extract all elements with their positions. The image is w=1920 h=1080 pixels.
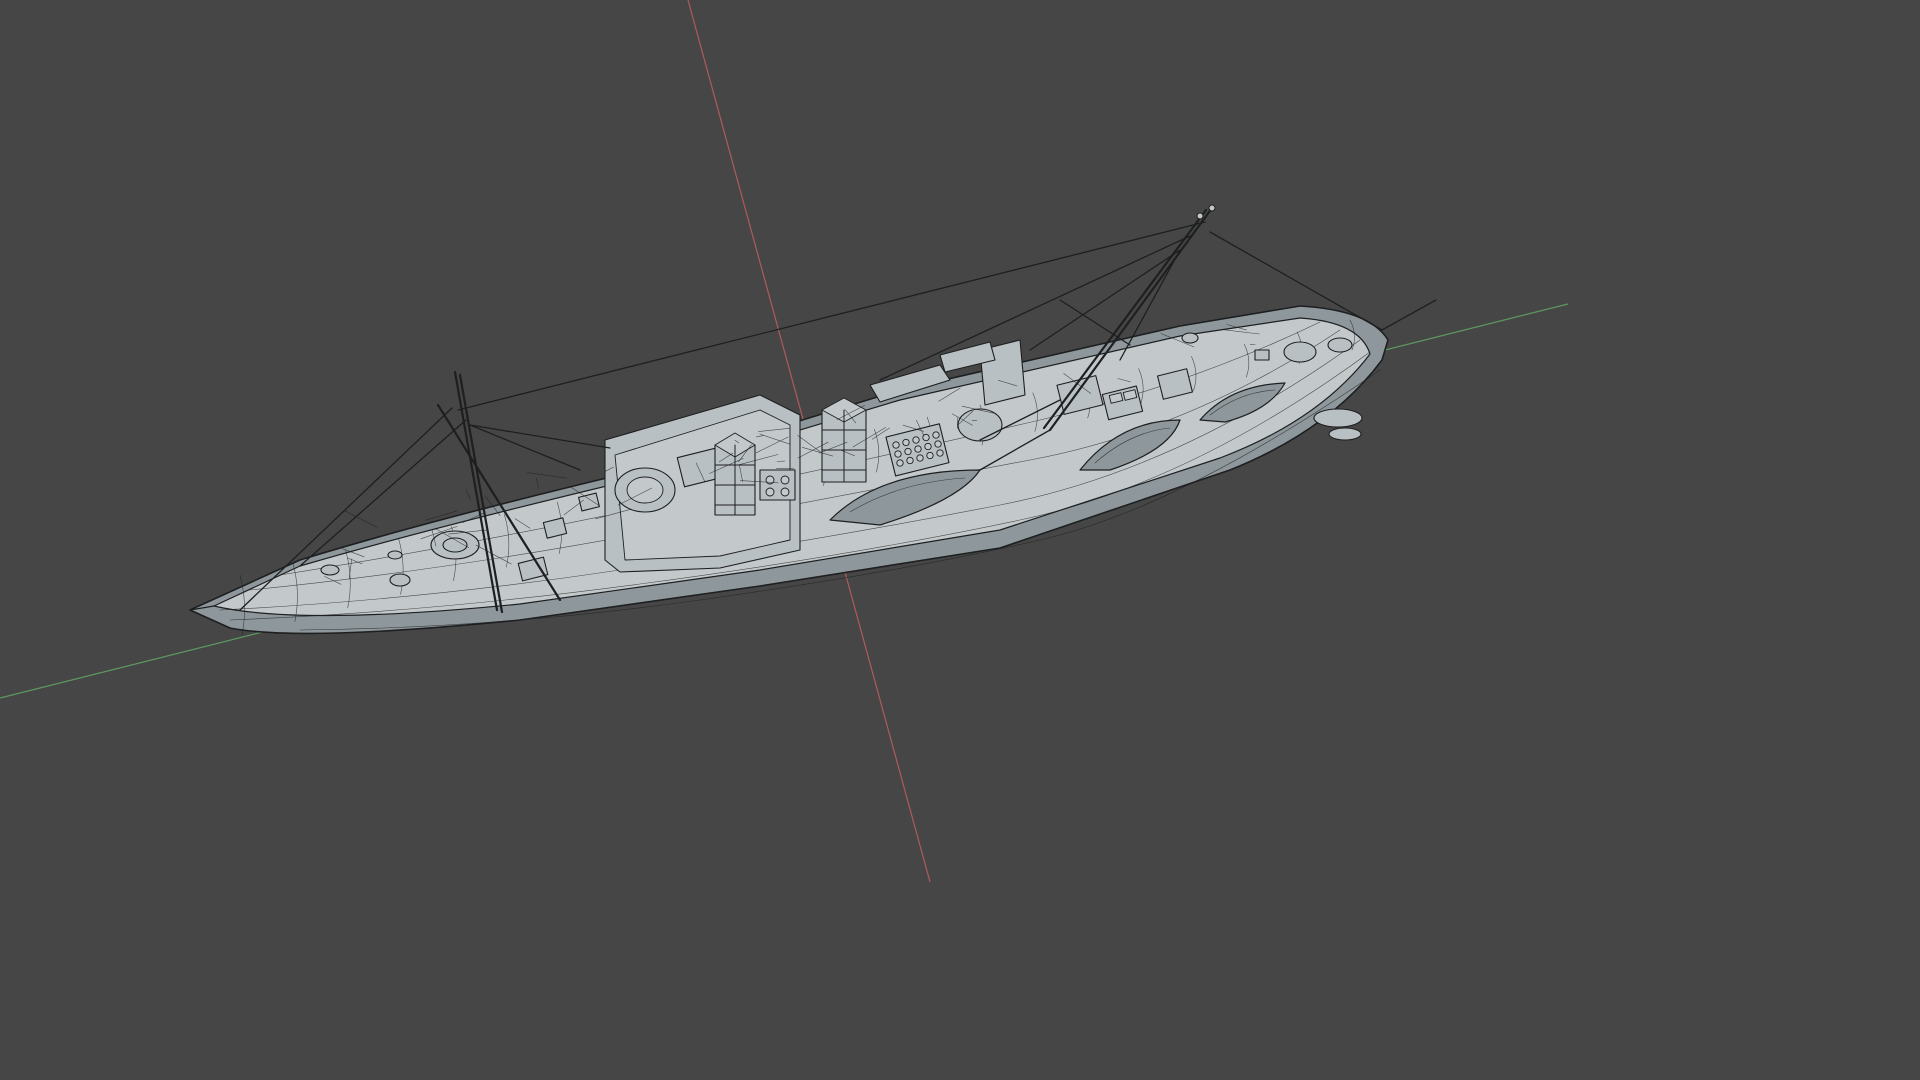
ventilator [932, 431, 940, 439]
ventilator [906, 456, 914, 465]
funnel-forward [714, 432, 756, 516]
ship-model[interactable] [189, 204, 1437, 636]
ventilator [896, 459, 904, 467]
ventilator [894, 450, 902, 458]
ventilator [912, 436, 920, 444]
ventilator [914, 445, 922, 453]
ventilator [902, 438, 910, 447]
ventilator [924, 442, 932, 451]
funnel-aft [821, 397, 867, 483]
mesh-edge [465, 488, 471, 501]
ventilator [916, 454, 924, 462]
ventilator [904, 447, 912, 456]
ventilator [934, 440, 942, 448]
3d-viewport[interactable] [0, 0, 1568, 882]
mesh-edge [535, 477, 539, 489]
viewport-canvas[interactable] [0, 0, 1568, 882]
ventilator [926, 451, 934, 460]
mesh-edge [526, 472, 568, 479]
ventilator [936, 449, 944, 457]
ventilator [892, 441, 900, 449]
